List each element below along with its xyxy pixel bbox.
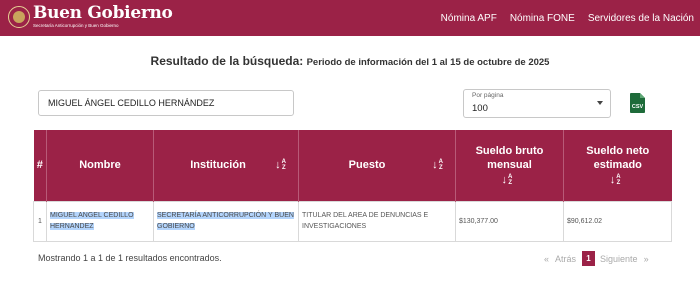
selected-text: SECRETARÍA ANTICORRUPCIÓN Y BUEN GOBIERN…	[157, 212, 294, 230]
prev-arrow-icon[interactable]: «	[544, 254, 549, 264]
national-seal-icon	[8, 6, 30, 28]
csv-file-icon[interactable]: CSV	[630, 93, 645, 113]
pagination: « Atrás 1 Siguiente »	[544, 251, 655, 266]
cell-institucion: SECRETARÍA ANTICORRUPCIÓN Y BUEN GOBIERN…	[153, 200, 299, 242]
sort-az-icon[interactable]: ↓ A Z	[502, 174, 513, 186]
main-nav: Nómina APF Nómina FONE Servidores de la …	[428, 0, 700, 36]
per-page-select[interactable]: Por página 100	[463, 89, 611, 118]
next-page-link[interactable]: Siguiente	[600, 254, 638, 264]
nav-nomina-fone[interactable]: Nómina FONE	[510, 13, 575, 24]
brand-title: Buen Gobierno	[33, 3, 173, 23]
search-input-value: MIGUEL ÁNGEL CEDILLO HERNÁNDEZ	[48, 98, 215, 108]
next-arrow-icon[interactable]: »	[644, 254, 649, 264]
cell-sueldo-bruto: $130,377.00	[455, 200, 564, 242]
cell-nombre: MIGUEL ANGEL CEDILLO HERNANDEZ	[46, 200, 154, 242]
per-page-value: 100	[472, 103, 488, 114]
sort-az-icon[interactable]: ↓ A Z	[275, 159, 286, 171]
results-title: Resultado de la búsqueda:	[150, 54, 304, 68]
chevron-down-icon	[597, 101, 603, 105]
period-label: Periodo de información del 1 al 15 de oc…	[306, 57, 550, 68]
prev-page-link[interactable]: Atrás	[555, 254, 576, 264]
current-page-button[interactable]: 1	[582, 251, 596, 266]
search-input[interactable]: MIGUEL ÁNGEL CEDILLO HERNÁNDEZ	[38, 90, 294, 116]
column-header-nombre[interactable]: Nombre	[46, 130, 154, 201]
results-table: # Nombre Institución ↓ A Z Puesto ↓ A Z Suel…	[33, 130, 672, 242]
cell-puesto: TITULAR DEL AREA DE DENUNCIAS E INVESTIG…	[298, 200, 456, 242]
selected-text: MIGUEL ANGEL CEDILLO HERNANDEZ	[50, 212, 134, 230]
sort-az-icon[interactable]: ↓ A Z	[432, 159, 443, 171]
brand-subtitle: Secretaría Anticorrupción y Buen Gobiern…	[33, 23, 119, 28]
nav-nomina-apf[interactable]: Nómina APF	[441, 13, 497, 24]
row-index: 1	[33, 200, 47, 242]
column-header-sueldo-neto[interactable]: Sueldo neto estimado ↓ A Z	[563, 130, 672, 201]
sort-az-icon[interactable]: ↓ A Z	[610, 174, 621, 186]
page-title: Resultado de la búsqueda: Periodo de inf…	[0, 54, 700, 68]
column-header-sueldo-bruto[interactable]: Sueldo bruto mensual ↓ A Z	[455, 130, 564, 201]
column-header-index: #	[33, 130, 47, 201]
svg-text:CSV: CSV	[632, 104, 644, 110]
column-header-puesto[interactable]: Puesto ↓ A Z	[298, 130, 456, 201]
column-header-institucion[interactable]: Institución ↓ A Z	[153, 130, 299, 201]
per-page-label: Por página	[472, 92, 504, 99]
nav-servidores-nacion[interactable]: Servidores de la Nación	[588, 13, 694, 24]
top-navbar: Buen Gobierno Secretaría Anticorrupción …	[0, 0, 700, 36]
brand-logo[interactable]: Buen Gobierno Secretaría Anticorrupción …	[8, 4, 173, 29]
cell-sueldo-neto: $90,612.02	[563, 200, 672, 242]
table-row: 1 MIGUEL ANGEL CEDILLO HERNANDEZ SECRETA…	[33, 200, 672, 242]
results-summary: Mostrando 1 a 1 de 1 resultados encontra…	[38, 253, 222, 263]
